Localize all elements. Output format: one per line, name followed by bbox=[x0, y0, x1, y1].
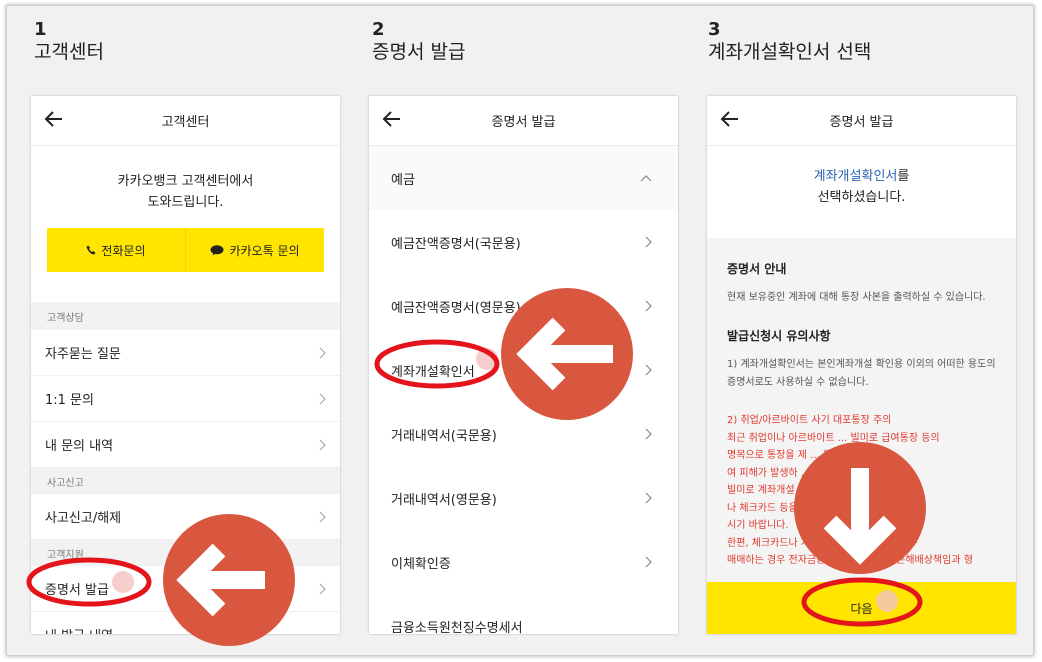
category-deposit[interactable]: 예금 bbox=[369, 146, 678, 210]
list-item-faq[interactable]: 자주묻는 질문 bbox=[31, 330, 340, 376]
talk-bubble-icon bbox=[210, 244, 224, 255]
list-item-label: 내 발급 내역 bbox=[45, 625, 113, 634]
notice-line: 최근 취업이나 아르바이트 ... 빌미로 급여통장 등의 bbox=[727, 432, 940, 444]
greeting-text: 카카오뱅크 고객센터에서 도와드립니다. bbox=[31, 146, 340, 228]
chevron-right-icon bbox=[645, 428, 652, 440]
greeting-line-2: 도와드립니다. bbox=[147, 195, 224, 210]
chevron-right-icon bbox=[645, 300, 652, 312]
next-button[interactable]: 다음 bbox=[707, 582, 1016, 634]
phone-inquiry-button[interactable]: 전화문의 bbox=[47, 228, 185, 272]
notice-line: 2) 취업/아르바이트 사기 대포통장 주의 bbox=[727, 415, 892, 426]
list-item-label: 사고신고/해제 bbox=[45, 511, 122, 526]
app-header: 증명서 발급 bbox=[707, 96, 1016, 146]
selection-message: 계좌개설확인서를 선택하셨습니다. bbox=[707, 146, 1016, 236]
header-title: 증명서 발급 bbox=[491, 115, 556, 130]
chevron-right-icon bbox=[319, 439, 326, 450]
certificate-item-label: 이체확인증 bbox=[391, 556, 451, 572]
step-number: 1 bbox=[34, 19, 47, 40]
certificate-item[interactable]: 금융소득원천징수명세서 bbox=[369, 594, 678, 634]
back-arrow-icon[interactable] bbox=[43, 108, 65, 130]
chevron-right-icon bbox=[645, 364, 652, 376]
certificate-item-label: 금융소득원천징수명세서 bbox=[391, 620, 523, 635]
certificate-item-label: 예금잔액증명서(영문용) bbox=[391, 300, 521, 316]
phone-inquiry-label: 전화문의 bbox=[101, 243, 146, 258]
notice-line: 시기 바랍니다. bbox=[727, 520, 789, 531]
notice-line: 나 체크카드 등을 ... 기이므로 유념하 bbox=[727, 502, 882, 514]
chevron-right-icon bbox=[319, 393, 326, 404]
certificate-item-label: 계좌개설확인서 bbox=[391, 364, 475, 380]
step-3-heading: 3 계좌개설확인서 선택 bbox=[708, 20, 871, 64]
certificate-item[interactable]: 예금잔액증명서(영문용) bbox=[369, 274, 678, 338]
step-title: 고객센터 bbox=[34, 41, 104, 63]
chevron-right-icon bbox=[319, 347, 326, 358]
next-button-label: 다음 bbox=[850, 601, 873, 616]
list-item-issue-history[interactable]: 내 발급 내역 bbox=[31, 612, 340, 634]
selection-line-2: 선택하셨습니다. bbox=[817, 190, 906, 205]
category-label: 예금 bbox=[391, 172, 415, 188]
header-title: 증명서 발급 bbox=[829, 115, 894, 130]
selection-suffix: 를 bbox=[897, 169, 910, 184]
selected-certificate-name: 계좌개설확인서 bbox=[813, 169, 898, 184]
kakaotalk-inquiry-label: 카카오톡 문의 bbox=[229, 243, 300, 258]
notice-item-2: 2) 취업/아르바이트 사기 대포통장 주의 최근 취업이나 아르바이트 ...… bbox=[727, 412, 996, 570]
notice-line: 한편, 체크카드나 계좌 ... 등을 타인에게 양도· bbox=[727, 537, 919, 549]
list-item-label: 내 문의 내역 bbox=[45, 439, 114, 454]
certificate-item-label: 거래내역서(영문용) bbox=[391, 492, 497, 508]
certificate-item[interactable]: 예금잔액증명서(국문용) bbox=[369, 210, 678, 274]
list-item-certificate[interactable]: 증명서 발급 bbox=[31, 566, 340, 612]
kakaotalk-inquiry-button[interactable]: 카카오톡 문의 bbox=[185, 228, 324, 272]
notice-line: 여 피해가 발생하 ... 급여통장을 bbox=[727, 467, 860, 479]
certificate-item-label: 예금잔액증명서(국문용) bbox=[391, 236, 521, 252]
screen-certificate-confirm: 증명서 발급 계좌개설확인서를 선택하셨습니다. 증명서 안내 현재 보유중인 … bbox=[707, 96, 1016, 634]
certificate-item[interactable]: 거래내역서(국문용) bbox=[369, 402, 678, 466]
app-header: 고객센터 bbox=[31, 96, 340, 146]
screen-certificate-issue: 증명서 발급 예금 예금잔액증명서(국문용) 예금잔액증명서(영문용) 계좌개설… bbox=[369, 96, 678, 634]
notice-line: 빌미로 계좌개설 ... 통장 비밀번호 bbox=[727, 485, 869, 496]
screen-customer-center: 고객센터 카카오뱅크 고객센터에서 도와드립니다. 전화문의 카카오톡 문의 고… bbox=[31, 96, 340, 634]
step-number: 3 bbox=[708, 19, 721, 40]
certificate-item-account-opening[interactable]: 계좌개설확인서 bbox=[369, 338, 678, 402]
certificate-info-panel: 증명서 안내 현재 보유중인 계좌에 대해 통장 사본을 출력하실 수 있습니다… bbox=[707, 238, 1016, 582]
list-item-inquiry[interactable]: 1:1 문의 bbox=[31, 376, 340, 422]
list-item-my-inquiries[interactable]: 내 문의 내역 bbox=[31, 422, 340, 468]
list-item-label: 자주묻는 질문 bbox=[45, 347, 121, 362]
chevron-right-icon bbox=[645, 236, 652, 248]
header-title: 고객센터 bbox=[161, 115, 210, 130]
section-label-support: 고객지원 bbox=[31, 540, 340, 566]
contact-button-row: 전화문의 카카오톡 문의 bbox=[47, 228, 324, 272]
notice-item-1: 1) 계좌개설확인서는 본인계좌개설 확인용 이외의 어떠한 용도의 증명서로도… bbox=[727, 359, 996, 388]
certificate-item[interactable]: 거래내역서(영문용) bbox=[369, 466, 678, 530]
chevron-right-icon bbox=[645, 492, 652, 504]
guide-heading: 증명서 안내 bbox=[727, 262, 787, 276]
app-header: 증명서 발급 bbox=[369, 96, 678, 146]
tutorial-frame: 1 고객센터 2 증명서 발급 3 계좌개설확인서 선택 고객센터 카카오뱅크 … bbox=[6, 5, 1034, 656]
step-2-heading: 2 증명서 발급 bbox=[372, 20, 465, 64]
section-label-consult: 고객상담 bbox=[31, 302, 340, 330]
guide-text: 현재 보유중인 계좌에 대해 통장 사본을 출력하실 수 있습니다. bbox=[727, 292, 986, 303]
chevron-up-icon bbox=[640, 175, 652, 182]
step-title: 계좌개설확인서 선택 bbox=[708, 41, 872, 63]
notice-line: 명목으로 통장을 제 ... 목적으로 사용하 bbox=[727, 450, 891, 461]
certificate-item[interactable]: 이체확인증 bbox=[369, 530, 678, 594]
notice-heading: 발급신청시 유의사항 bbox=[727, 329, 831, 343]
section-label-accident: 사고신고 bbox=[31, 468, 340, 494]
list-item-report[interactable]: 사고신고/해제 bbox=[31, 494, 340, 540]
notice-line: 매매하는 경우 전자금융거래법 위반으로 손해배상책임과 형 bbox=[727, 555, 973, 566]
certificate-item-label: 거래내역서(국문용) bbox=[391, 428, 497, 444]
back-arrow-icon[interactable] bbox=[381, 108, 403, 130]
step-title: 증명서 발급 bbox=[372, 41, 466, 63]
chevron-right-icon bbox=[319, 583, 326, 594]
step-number: 2 bbox=[372, 19, 385, 40]
list-item-label: 1:1 문의 bbox=[45, 393, 94, 408]
list-item-label: 증명서 발급 bbox=[45, 583, 109, 598]
chevron-right-icon bbox=[319, 511, 326, 522]
greeting-line-1: 카카오뱅크 고객센터에서 bbox=[117, 174, 254, 189]
step-1-heading: 1 고객센터 bbox=[34, 20, 104, 64]
chevron-right-icon bbox=[645, 556, 652, 568]
phone-icon bbox=[86, 245, 96, 255]
back-arrow-icon[interactable] bbox=[719, 108, 741, 130]
